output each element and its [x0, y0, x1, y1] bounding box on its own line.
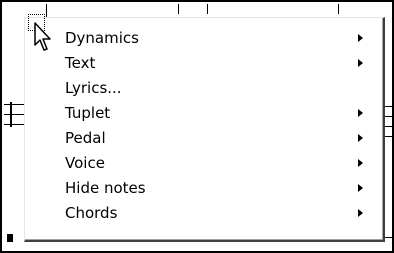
- score-tick: [46, 4, 47, 18]
- menu-item-label: Hide notes: [65, 179, 146, 197]
- submenu-arrow-icon: [358, 59, 363, 67]
- score-mark: [385, 237, 392, 238]
- score-tick: [207, 4, 208, 14]
- staff-line: [4, 124, 24, 125]
- submenu-arrow-icon: [358, 159, 363, 167]
- menu-item-label: Dynamics: [65, 29, 139, 47]
- submenu-arrow-icon: [358, 184, 363, 192]
- staff-bar: [10, 102, 12, 127]
- score-tick: [178, 4, 179, 14]
- staff-line: [385, 136, 392, 137]
- staff-line: [385, 116, 392, 117]
- score-view: Dynamics Text Lyrics... Tuplet Pedal Voi…: [0, 0, 394, 253]
- staff-line: [4, 114, 24, 115]
- submenu-arrow-icon: [358, 109, 363, 117]
- menu-item-label: Pedal: [65, 129, 106, 147]
- menu-item-label: Chords: [65, 204, 118, 222]
- menu-item-label: Tuplet: [65, 104, 111, 122]
- staff-line: [385, 106, 392, 107]
- menu-item-label: Voice: [65, 154, 105, 172]
- menu-item-tuplet[interactable]: Tuplet: [35, 101, 373, 125]
- submenu-arrow-icon: [358, 34, 363, 42]
- menu-item-dynamics[interactable]: Dynamics: [35, 26, 373, 50]
- menu-item-label: Text: [65, 54, 96, 72]
- menu-item-label: Lyrics...: [65, 79, 122, 97]
- staff-line: [4, 104, 24, 105]
- context-menu: Dynamics Text Lyrics... Tuplet Pedal Voi…: [24, 17, 385, 242]
- menu-item-lyrics[interactable]: Lyrics...: [35, 76, 373, 100]
- menu-item-voice[interactable]: Voice: [35, 151, 373, 175]
- menu-item-hide-notes[interactable]: Hide notes: [35, 176, 373, 200]
- submenu-arrow-icon: [358, 134, 363, 142]
- staff-line: [385, 126, 392, 127]
- arrow-cursor-icon: [34, 22, 51, 51]
- menu-item-pedal[interactable]: Pedal: [35, 126, 373, 150]
- score-tick: [338, 4, 339, 14]
- menu-item-text[interactable]: Text: [35, 51, 373, 75]
- submenu-arrow-icon: [358, 209, 363, 217]
- score-mark: [7, 234, 13, 242]
- menu-item-chords[interactable]: Chords: [35, 201, 373, 225]
